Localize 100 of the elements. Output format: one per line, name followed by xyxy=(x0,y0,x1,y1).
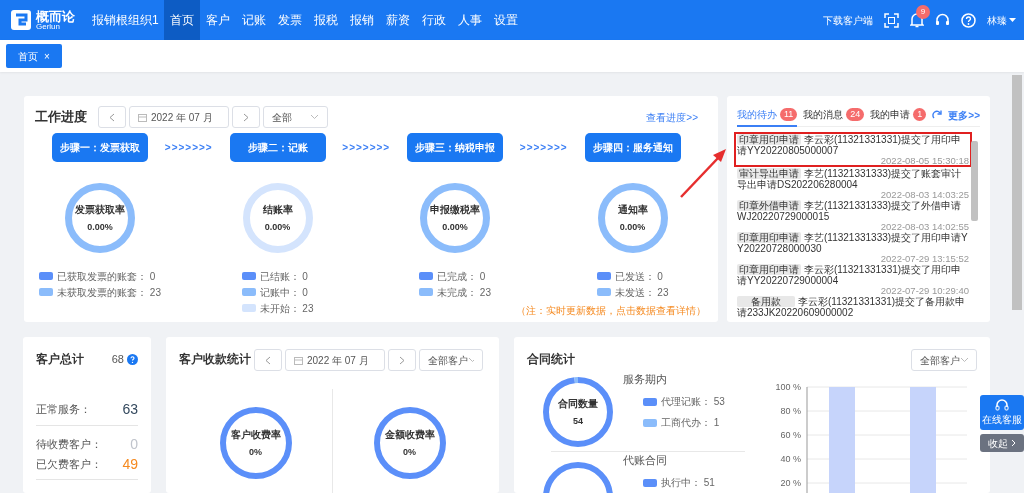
panel-tab[interactable]: 我的待办 11 xyxy=(737,103,798,127)
card-title: 工作进度 xyxy=(35,108,88,127)
contract-ring xyxy=(543,377,613,447)
step-arrow: >>>>>>> xyxy=(164,141,213,155)
stat-label: 已欠费客户： xyxy=(36,457,102,472)
step-button[interactable]: 步骤二：记账 xyxy=(229,133,326,162)
ring-value: 0.00% xyxy=(619,220,646,234)
todo-text[interactable]: 备用款 李云彩(11321331331)提交了备用款申请233JK20220609000002 xyxy=(737,296,969,318)
logo-icon xyxy=(10,9,32,31)
ring-title: 客户收费率 xyxy=(230,427,281,442)
online-support-button[interactable]: 在线客服 xyxy=(980,395,1024,430)
panel-tab[interactable]: 我的申请 1 xyxy=(870,103,927,127)
todo-tag: 审计导出申请 xyxy=(737,168,801,179)
chevron-right-icon xyxy=(399,355,405,365)
stat-value: 49 xyxy=(122,454,138,474)
collapse-button[interactable]: 收起 xyxy=(980,434,1024,452)
nav-item[interactable]: 报税 xyxy=(308,0,344,40)
nav-item[interactable]: 报销 xyxy=(344,0,380,40)
close-icon[interactable]: × xyxy=(44,48,50,64)
legend-label: 已结账： 0 xyxy=(259,269,308,284)
fullscreen-icon[interactable] xyxy=(884,12,899,28)
chevron-right-icon xyxy=(243,112,249,122)
filter-select[interactable]: 全部客户 xyxy=(419,349,483,371)
user-menu[interactable]: 林臻 xyxy=(987,12,1016,28)
legend-label: 未获取发票的账套： 23 xyxy=(57,285,161,300)
axis-label: 60 % xyxy=(780,430,801,440)
download-link[interactable]: 下载客户端 xyxy=(823,12,873,28)
nav-item[interactable]: 薪资 xyxy=(380,0,416,40)
organization-name: 报销根组织1 xyxy=(92,12,160,29)
customer-count: 68 xyxy=(111,352,124,368)
nav-item[interactable]: 首页 xyxy=(164,0,200,40)
more-link[interactable]: 更多>> xyxy=(948,107,980,123)
help-icon[interactable] xyxy=(961,12,976,28)
filter-select[interactable]: 全部客户 xyxy=(911,349,977,371)
group-title: 代账合同 xyxy=(623,453,668,468)
filter-select[interactable]: 全部 xyxy=(263,106,328,128)
nav-item[interactable]: 发票 xyxy=(272,0,308,40)
logo-name: 概而论 xyxy=(36,9,75,23)
progress-ring xyxy=(597,183,668,253)
todo-text[interactable]: 印章用印申请 李云彩(11321331331)提交了用印申请YY20220805000007 xyxy=(737,134,969,156)
refresh-icon[interactable] xyxy=(932,110,943,120)
todo-tag: 印章用印申请 xyxy=(737,134,801,145)
date-field[interactable]: 2022 年 07 月 xyxy=(129,106,229,128)
calendar-icon xyxy=(294,355,303,365)
progress-ring xyxy=(65,183,135,253)
todo-text[interactable]: 审计导出申请 李艺(11321331333)提交了账套审计导出申请DS202206280004 xyxy=(737,168,969,190)
axis-label: 20 % xyxy=(780,478,801,488)
nav-item[interactable]: 客户 xyxy=(200,0,236,40)
legend-label: 记账中： 0 xyxy=(259,285,308,300)
todo-time: 2022-08-03 14:03:25 xyxy=(879,190,969,199)
axis-label: 40 % xyxy=(780,454,801,464)
nav-item[interactable]: 设置 xyxy=(488,0,524,40)
ring-title: 通知率 xyxy=(617,202,648,217)
ring-title: 合同数量 xyxy=(558,396,598,411)
headset-icon[interactable] xyxy=(935,12,950,28)
page-scrollbar[interactable] xyxy=(1012,75,1022,310)
todo-time: 2022-07-29 10:29:40 xyxy=(879,286,969,295)
view-progress-link[interactable]: 查看进度>> xyxy=(646,109,698,125)
help-icon[interactable] xyxy=(127,354,138,366)
step-arrow: >>>>>>> xyxy=(342,141,391,155)
logo-subtitle: Gerlun xyxy=(36,22,60,31)
legend-label: 执行中： 51 xyxy=(661,476,715,490)
stat-value: 63 xyxy=(122,399,138,419)
page-tab[interactable]: 首页 × xyxy=(6,44,62,68)
legend-label: 未发送： 23 xyxy=(614,285,669,300)
legend-label: 已完成： 0 xyxy=(437,269,486,284)
bell-icon[interactable] xyxy=(910,12,924,28)
nav-item[interactable]: 行政 xyxy=(416,0,452,40)
axis-label: 100 % xyxy=(775,382,801,392)
progress-ring xyxy=(242,183,313,253)
panel-tab[interactable]: 我的消息 24 xyxy=(803,103,865,127)
ring-value: 0.00% xyxy=(442,220,468,234)
todo-text[interactable]: 印章用印申请 李艺(11321331333)提交了用印申请YY20220728000030 xyxy=(737,232,969,254)
ring-title: 发票获取率 xyxy=(75,202,125,217)
count-badge: 24 xyxy=(846,107,865,121)
todo-tag: 印章用印申请 xyxy=(737,232,801,243)
card-title: 合同统计 xyxy=(527,351,575,368)
stat-label: 待收费客户： xyxy=(36,437,102,452)
legend-label: 未开始： 23 xyxy=(259,301,314,316)
ring-value: 0% xyxy=(249,445,262,459)
headset-icon xyxy=(995,398,1009,412)
todo-text[interactable]: 印章外借申请 李艺(11321331333)提交了外借申请WJ20220729000015 xyxy=(737,200,969,222)
nav-item[interactable]: 记账 xyxy=(236,0,272,40)
date-field[interactable]: 2022 年 07 月 xyxy=(285,349,385,371)
list-scrollbar[interactable] xyxy=(971,141,978,221)
ring-value: 0.00% xyxy=(87,220,113,234)
ring-value: 0% xyxy=(403,445,416,459)
step-button[interactable]: 步骤三：纳税申报 xyxy=(407,133,503,162)
chevron-left-icon xyxy=(109,112,115,122)
chevron-down-icon xyxy=(960,357,968,363)
nav-item[interactable]: 人事 xyxy=(452,0,488,40)
ring-value: 54 xyxy=(573,414,583,428)
notification-badge: 9 xyxy=(916,5,930,19)
group-title: 服务期内 xyxy=(623,372,668,387)
todo-text[interactable]: 印章用印申请 李云彩(11321331331)提交了用印申请YY20220729000004 xyxy=(737,264,969,286)
ring-title: 结账率 xyxy=(262,202,293,217)
ring-title: 金额收费率 xyxy=(384,427,435,442)
step-button[interactable]: 步骤一：发票获取 xyxy=(52,133,148,162)
step-button[interactable]: 步骤四：服务通知 xyxy=(584,133,681,162)
todo-tag: 备用款 xyxy=(737,296,795,307)
